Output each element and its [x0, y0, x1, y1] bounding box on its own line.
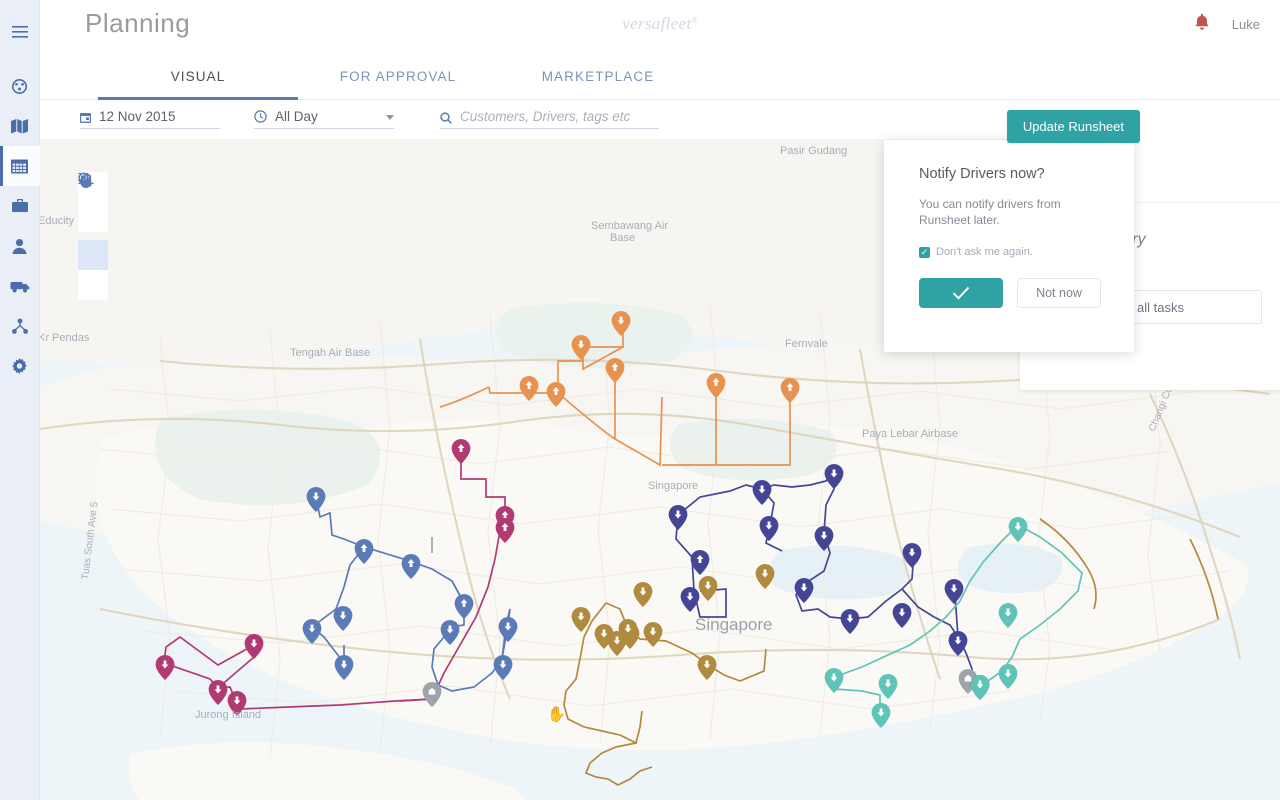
- sidebar-item-organisation[interactable]: [0, 306, 40, 346]
- truck-icon: [10, 280, 30, 293]
- search-icon: [440, 112, 452, 124]
- sidebar-item-vehicles[interactable]: [0, 266, 40, 306]
- hierarchy-network-icon: [11, 318, 29, 335]
- check-icon: ✓: [919, 246, 930, 258]
- search-input[interactable]: Customers, Drivers, tags etc: [460, 109, 630, 124]
- person-icon: [11, 238, 28, 255]
- left-sidebar: [0, 0, 40, 800]
- header-right: Luke: [1194, 0, 1260, 49]
- map-tool-palette: [78, 172, 108, 300]
- marker-group-blue: [302, 487, 518, 707]
- calendar-icon: [80, 112, 91, 124]
- time-filter[interactable]: All Day: [254, 109, 394, 129]
- date-picker[interactable]: 12 Nov 2015: [80, 109, 220, 129]
- tab-visual[interactable]: VISUAL: [98, 49, 298, 100]
- sidebar-item-dashboard[interactable]: [0, 66, 40, 106]
- gear-icon: [11, 357, 28, 375]
- not-now-button[interactable]: Not now: [1017, 278, 1101, 308]
- dashboard-gauge-icon: [10, 77, 29, 96]
- marquee-select-icon[interactable]: [78, 172, 108, 300]
- sidebar-item-planning[interactable]: [0, 146, 40, 186]
- pan-hand-icon[interactable]: [78, 173, 108, 270]
- notify-drivers-popover: Notify Drivers now? You can notify drive…: [884, 131, 1134, 352]
- hamburger-menu-icon[interactable]: [0, 12, 40, 52]
- brand-logo: versafleet®: [622, 14, 697, 34]
- update-runsheet-button[interactable]: Update Runsheet: [1006, 110, 1140, 143]
- chevron-down-icon[interactable]: [386, 115, 394, 120]
- time-value: All Day: [275, 109, 318, 124]
- sidebar-item-settings[interactable]: [0, 346, 40, 386]
- app-header: Planning versafleet® Luke: [40, 0, 1280, 49]
- planning-calendar-icon: [10, 158, 29, 175]
- marker-group-gold: [571, 564, 775, 680]
- marker-group-orange: [519, 311, 800, 407]
- popover-actions: Not now: [884, 258, 1134, 308]
- brand-mark: ®: [691, 15, 698, 25]
- date-value: 12 Nov 2015: [99, 109, 176, 124]
- tab-bar: VISUAL FOR APPROVAL MARKETPLACE: [40, 49, 1280, 100]
- zoom-out-icon[interactable]: [78, 172, 108, 232]
- briefcase-icon: [11, 198, 29, 214]
- sidebar-item-jobs[interactable]: [0, 186, 40, 226]
- tab-marketplace[interactable]: MARKETPLACE: [498, 49, 698, 100]
- planning-app: Planning versafleet® Luke VISUAL FOR APP…: [0, 0, 1280, 800]
- notification-bell-icon[interactable]: [1194, 13, 1210, 36]
- clock-icon: [254, 110, 267, 123]
- check-icon: [952, 286, 970, 300]
- sidebar-item-map[interactable]: [0, 106, 40, 146]
- page-title: Planning: [85, 8, 191, 38]
- map-icon: [10, 118, 29, 135]
- confirm-notify-button[interactable]: [919, 278, 1003, 308]
- search-field[interactable]: Customers, Drivers, tags etc: [440, 109, 659, 129]
- brand-logo-text: versafleet: [622, 14, 692, 33]
- popover-body: You can notify drivers from Runsheet lat…: [919, 197, 1061, 227]
- sidebar-item-customers[interactable]: [0, 226, 40, 266]
- dont-ask-again-checkbox[interactable]: ✓ Don't ask me again.: [884, 228, 1134, 258]
- tab-for-approval[interactable]: FOR APPROVAL: [298, 49, 498, 100]
- marker-group-magenta: [155, 439, 515, 716]
- popover-title: Notify Drivers now?: [919, 166, 1045, 182]
- user-name[interactable]: Luke: [1232, 17, 1260, 32]
- dont-ask-again-label: Don't ask me again.: [936, 246, 1033, 258]
